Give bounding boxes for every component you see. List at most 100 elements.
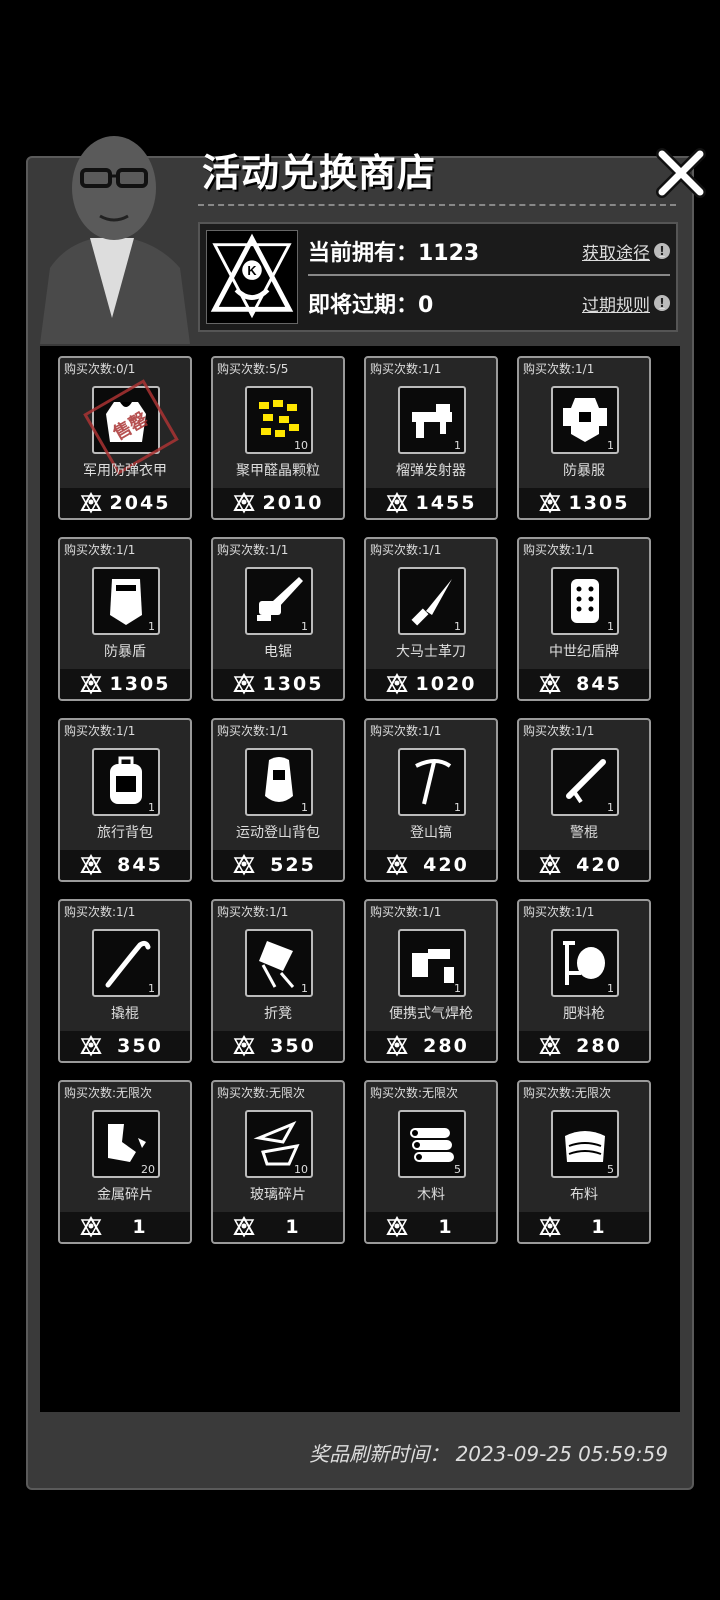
price-bar: 525 — [213, 850, 343, 880]
shop-item-card[interactable]: 购买次数:1/1 1 运动登山背包 525 — [211, 718, 345, 882]
purchase-limit: 购买次数:1/1 — [64, 905, 136, 919]
item-name: 撬棍 — [111, 1006, 139, 1022]
expiring-count: 即将过期：0 — [308, 293, 434, 318]
token-coin-icon — [386, 854, 408, 876]
purchase-limit: 购买次数:1/1 — [217, 543, 289, 557]
close-button[interactable] — [654, 146, 708, 200]
item-quantity: 1 — [454, 982, 461, 995]
token-coin-icon — [539, 1035, 561, 1057]
item-quantity: 20 — [141, 1163, 155, 1176]
shop-item-card[interactable]: 购买次数:1/1 1 折凳 350 — [211, 899, 345, 1063]
price-bar: 350 — [60, 1031, 190, 1061]
shop-item-card[interactable]: 购买次数:1/1 1 警棍 420 — [517, 718, 651, 882]
token-coin-icon — [386, 1035, 408, 1057]
fertilizer-gun-icon — [563, 941, 605, 985]
shop-item-card[interactable]: 购买次数:0/1 售罄 军用防弹衣甲 2045 — [58, 356, 192, 520]
item-quantity: 1 — [454, 801, 461, 814]
item-thumbnail: 1 — [92, 567, 160, 635]
expire-rules-link[interactable]: 过期规则 ! — [582, 291, 670, 316]
title-divider — [198, 204, 676, 206]
token-coin-icon — [233, 854, 255, 876]
item-price: 2010 — [262, 492, 324, 514]
token-coin-icon — [79, 673, 102, 695]
purchase-limit: 购买次数:0/1 — [64, 362, 136, 376]
item-name: 防暴盾 — [104, 644, 146, 660]
price-bar: 1 — [366, 1212, 496, 1242]
shop-item-card[interactable]: 购买次数:1/1 1 肥料枪 280 — [517, 899, 651, 1063]
shop-item-card[interactable]: 购买次数:1/1 1 撬棍 350 — [58, 899, 192, 1063]
item-name: 折凳 — [264, 1006, 292, 1022]
chainsaw-icon — [257, 577, 303, 621]
item-quantity: 1 — [148, 982, 155, 995]
shop-item-card[interactable]: 购买次数:5/5 10 聚甲醛晶颗粒 2010 — [211, 356, 345, 520]
item-quantity: 5 — [454, 1163, 461, 1176]
shop-item-card[interactable]: 购买次数:1/1 1 便携式气焊枪 280 — [364, 899, 498, 1063]
price-bar: 420 — [519, 850, 649, 880]
item-thumbnail: 1 — [398, 386, 466, 454]
item-thumbnail: 1 — [398, 567, 466, 635]
item-thumbnail: 5 — [398, 1110, 466, 1178]
purchase-limit: 购买次数:1/1 — [217, 724, 289, 738]
item-thumbnail: 1 — [551, 748, 619, 816]
shop-item-card[interactable]: 购买次数:1/1 1 防暴盾 1305 — [58, 537, 192, 701]
item-quantity: 1 — [607, 620, 614, 633]
item-name: 中世纪盾牌 — [549, 644, 619, 660]
item-quantity: 1 — [301, 620, 308, 633]
shop-item-card[interactable]: 购买次数:1/1 1 大马士革刀 1020 — [364, 537, 498, 701]
item-name: 金属碎片 — [97, 1187, 153, 1203]
token-coin-icon — [386, 1216, 408, 1238]
item-grid: 购买次数:0/1 售罄 军用防弹衣甲 2045 购买次数:5/5 10 聚甲醛晶颗粒 2010… — [58, 356, 651, 1244]
shop-item-card[interactable]: 购买次数:1/1 1 榴弹发射器 1455 — [364, 356, 498, 520]
price-bar: 845 — [519, 669, 649, 699]
shop-item-card[interactable]: 购买次数:无限次 10 玻璃碎片 1 — [211, 1080, 345, 1244]
item-name: 玻璃碎片 — [250, 1187, 306, 1203]
item-name: 军用防弹衣甲 — [83, 463, 167, 479]
item-price: 525 — [270, 854, 316, 876]
item-quantity: 1 — [607, 439, 614, 452]
item-grid-area[interactable]: 购买次数:0/1 售罄 军用防弹衣甲 2045 购买次数:5/5 10 聚甲醛晶颗粒 2010… — [40, 346, 680, 1412]
item-price: 350 — [117, 1035, 163, 1057]
knife-icon — [411, 579, 452, 626]
purchase-limit: 购买次数:1/1 — [523, 724, 595, 738]
item-name: 大马士革刀 — [396, 644, 466, 660]
shop-item-card[interactable]: 购买次数:1/1 1 电锯 1305 — [211, 537, 345, 701]
shop-item-card[interactable]: 购买次数:1/1 1 旅行背包 845 — [58, 718, 192, 882]
price-bar: 845 — [60, 850, 190, 880]
item-name: 木料 — [417, 1187, 445, 1203]
shop-item-card[interactable]: 购买次数:1/1 1 中世纪盾牌 845 — [517, 537, 651, 701]
price-bar: 1305 — [519, 488, 649, 518]
shop-item-card[interactable]: 购买次数:无限次 20 金属碎片 1 — [58, 1080, 192, 1244]
item-name: 肥料枪 — [563, 1006, 605, 1022]
cloth-icon — [565, 1131, 605, 1162]
shop-item-card[interactable]: 购买次数:无限次 5 布料 1 — [517, 1080, 651, 1244]
torch-icon — [412, 949, 454, 983]
item-quantity: 1 — [301, 982, 308, 995]
shop-item-card[interactable]: 购买次数:1/1 1 登山镐 420 — [364, 718, 498, 882]
item-price: 1455 — [415, 492, 477, 514]
shop-item-card[interactable]: 购买次数:无限次 5 木料 1 — [364, 1080, 498, 1244]
item-name: 旅行背包 — [97, 825, 153, 841]
item-thumbnail: 1 — [551, 386, 619, 454]
purchase-limit: 购买次数:1/1 — [64, 543, 136, 557]
item-price: 1 — [132, 1216, 148, 1238]
item-quantity: 5 — [607, 1163, 614, 1176]
purchase-limit: 购买次数:1/1 — [64, 724, 136, 738]
purchase-limit: 购买次数:无限次 — [523, 1086, 612, 1100]
purchase-limit: 购买次数:无限次 — [64, 1086, 153, 1100]
price-bar: 280 — [366, 1031, 496, 1061]
item-thumbnail: 1 — [92, 748, 160, 816]
shop-item-card[interactable]: 购买次数:1/1 1 防暴服 1305 — [517, 356, 651, 520]
item-thumbnail: 1 — [551, 929, 619, 997]
item-quantity: 1 — [454, 620, 461, 633]
item-price: 1305 — [262, 673, 324, 695]
merchant-avatar — [40, 136, 190, 344]
price-bar: 1455 — [366, 488, 496, 518]
price-bar: 1 — [213, 1212, 343, 1242]
get-route-link[interactable]: 获取途径 ! — [582, 239, 670, 264]
token-coin-icon — [233, 1035, 255, 1057]
owned-row: 当前拥有：1123 获取途径 ! — [308, 228, 670, 276]
refresh-time: 奖品刷新时间： 2023-09-25 05:59:59 — [309, 1442, 668, 1466]
item-price: 1 — [438, 1216, 454, 1238]
item-name: 电锯 — [264, 644, 292, 660]
purchase-limit: 购买次数:1/1 — [370, 724, 442, 738]
